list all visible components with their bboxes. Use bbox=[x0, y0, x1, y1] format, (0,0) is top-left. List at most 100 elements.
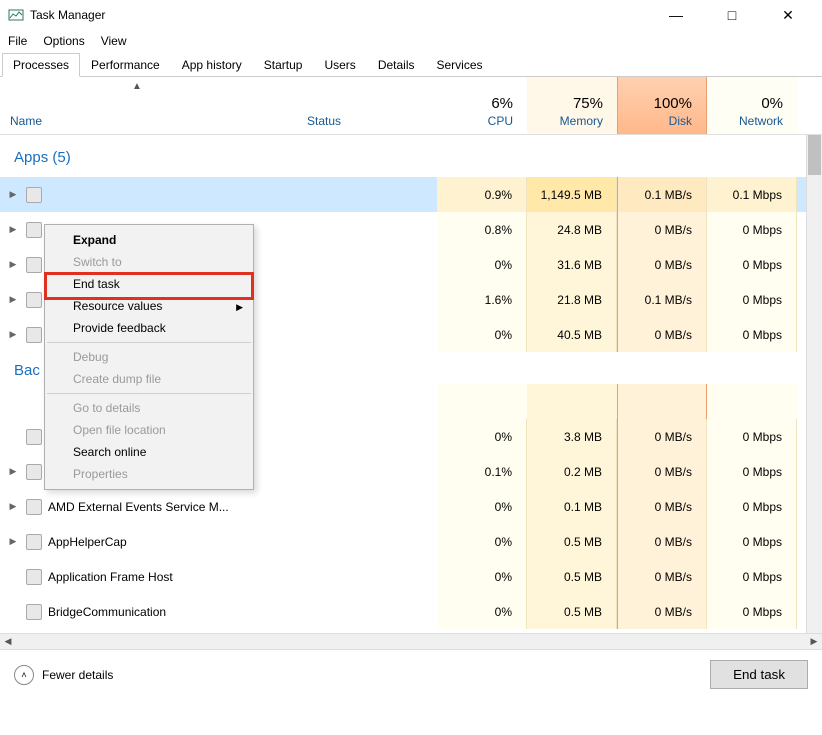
scroll-right-icon[interactable]: ▶ bbox=[806, 636, 822, 647]
process-icon bbox=[26, 604, 42, 620]
column-cpu[interactable]: 6% CPU bbox=[437, 77, 527, 134]
scrollbar-thumb[interactable] bbox=[808, 135, 821, 175]
fewer-details-label[interactable]: Fewer details bbox=[42, 668, 113, 682]
horizontal-scrollbar[interactable]: ◀ ▶ bbox=[0, 633, 822, 649]
chevron-right-icon[interactable]: ▶ bbox=[6, 466, 20, 477]
menu-provide-feedback[interactable]: Provide feedback bbox=[45, 317, 253, 339]
process-row[interactable]: ▶BridgeCommunication 0% 0.5 MB 0 MB/s 0 … bbox=[0, 594, 822, 629]
column-status[interactable]: Status bbox=[307, 77, 437, 134]
cell-memory: 0.1 MB bbox=[527, 489, 617, 524]
cell-disk: 0 MB/s bbox=[617, 559, 707, 594]
cell-network: 0 Mbps bbox=[707, 212, 797, 247]
group-apps[interactable]: Apps (5) bbox=[0, 135, 822, 177]
cell-disk: 0.1 MB/s bbox=[617, 177, 707, 212]
chevron-right-icon[interactable]: ▶ bbox=[6, 329, 20, 340]
titlebar: Task Manager — □ ✕ bbox=[0, 0, 822, 30]
cell-disk: 0 MB/s bbox=[617, 419, 707, 454]
vertical-scrollbar[interactable] bbox=[806, 135, 822, 633]
cell-memory: 0.5 MB bbox=[527, 524, 617, 559]
cell-network: 0 Mbps bbox=[707, 247, 797, 282]
tab-processes[interactable]: Processes bbox=[2, 53, 80, 77]
cell-disk: 0 MB/s bbox=[617, 317, 707, 352]
menu-file[interactable]: File bbox=[8, 34, 27, 48]
cell-cpu: 0% bbox=[437, 419, 527, 454]
cell-cpu: 0.1% bbox=[437, 454, 527, 489]
task-manager-icon bbox=[8, 7, 24, 23]
column-network[interactable]: 0% Network bbox=[707, 77, 797, 134]
menu-view[interactable]: View bbox=[101, 34, 127, 48]
process-row[interactable]: ▶ 0.9% 1,149.5 MB 0.1 MB/s 0.1 Mbps bbox=[0, 177, 822, 212]
column-disk[interactable]: 100% Disk bbox=[617, 77, 707, 134]
menu-open-location: Open file location bbox=[45, 419, 253, 441]
chevron-right-icon[interactable]: ▶ bbox=[6, 501, 20, 512]
cell-memory: 31.6 MB bbox=[527, 247, 617, 282]
tab-services[interactable]: Services bbox=[426, 53, 494, 77]
chevron-right-icon[interactable]: ▶ bbox=[6, 189, 20, 200]
chevron-right-icon[interactable]: ▶ bbox=[6, 536, 20, 547]
cell-disk: 0.1 MB/s bbox=[617, 282, 707, 317]
cell-memory: 0.5 MB bbox=[527, 559, 617, 594]
tab-users[interactable]: Users bbox=[313, 53, 366, 77]
process-row[interactable]: ▶AppHelperCap 0% 0.5 MB 0 MB/s 0 Mbps bbox=[0, 524, 822, 559]
process-name: AppHelperCap bbox=[48, 535, 127, 549]
cell-disk: 0 MB/s bbox=[617, 594, 707, 629]
column-memory[interactable]: 75% Memory bbox=[527, 77, 617, 134]
menu-debug: Debug bbox=[45, 346, 253, 368]
cell-memory: 0.5 MB bbox=[527, 594, 617, 629]
tab-app-history[interactable]: App history bbox=[171, 53, 253, 77]
process-icon bbox=[26, 222, 42, 238]
column-status-label: Status bbox=[307, 114, 437, 128]
process-icon bbox=[26, 429, 42, 445]
tab-startup[interactable]: Startup bbox=[253, 53, 314, 77]
cell-memory: 3.8 MB bbox=[527, 419, 617, 454]
cell-memory: 24.8 MB bbox=[527, 212, 617, 247]
process-row[interactable]: ▶AMD External Events Service M... 0% 0.1… bbox=[0, 489, 822, 524]
tab-performance[interactable]: Performance bbox=[80, 53, 171, 77]
submenu-arrow-icon: ▶ bbox=[236, 302, 243, 313]
window-controls: — □ ✕ bbox=[658, 7, 814, 24]
close-button[interactable]: ✕ bbox=[770, 7, 806, 24]
menu-options[interactable]: Options bbox=[43, 34, 84, 48]
cell-network: 0 Mbps bbox=[707, 524, 797, 559]
disk-label: Disk bbox=[618, 114, 692, 128]
process-icon bbox=[26, 569, 42, 585]
cell-network: 0.1 Mbps bbox=[707, 177, 797, 212]
menu-separator bbox=[47, 393, 251, 394]
process-icon bbox=[26, 187, 42, 203]
menu-expand[interactable]: Expand bbox=[45, 229, 253, 251]
menu-resource-values[interactable]: Resource values ▶ bbox=[45, 295, 253, 317]
process-name: AMD External Events Service M... bbox=[48, 500, 229, 514]
column-name-label: Name bbox=[10, 114, 307, 128]
process-name: BridgeCommunication bbox=[48, 605, 166, 619]
window-title: Task Manager bbox=[30, 8, 105, 22]
menu-create-dump: Create dump file bbox=[45, 368, 253, 390]
fewer-details-icon[interactable]: ˄ bbox=[14, 665, 34, 685]
process-icon bbox=[26, 257, 42, 273]
memory-label: Memory bbox=[527, 114, 603, 128]
process-name: Application Frame Host bbox=[48, 570, 173, 584]
process-row[interactable]: ▶Application Frame Host 0% 0.5 MB 0 MB/s… bbox=[0, 559, 822, 594]
cpu-pct: 6% bbox=[437, 95, 513, 112]
column-name[interactable]: Name bbox=[0, 77, 307, 134]
tab-details[interactable]: Details bbox=[367, 53, 426, 77]
cell-cpu: 0% bbox=[437, 594, 527, 629]
cell-network: 0 Mbps bbox=[707, 559, 797, 594]
process-icon bbox=[26, 464, 42, 480]
menubar: File Options View bbox=[0, 30, 822, 52]
menu-separator bbox=[47, 342, 251, 343]
end-task-button[interactable]: End task bbox=[710, 660, 808, 689]
cell-network: 0 Mbps bbox=[707, 489, 797, 524]
cell-network: 0 Mbps bbox=[707, 594, 797, 629]
chevron-right-icon[interactable]: ▶ bbox=[6, 294, 20, 305]
menu-end-task[interactable]: End task bbox=[45, 273, 253, 295]
minimize-button[interactable]: — bbox=[658, 7, 694, 24]
tab-strip: Processes Performance App history Startu… bbox=[0, 52, 822, 77]
scroll-left-icon[interactable]: ◀ bbox=[0, 636, 16, 647]
footer: ˄ Fewer details End task bbox=[0, 649, 822, 699]
maximize-button[interactable]: □ bbox=[714, 7, 750, 24]
network-pct: 0% bbox=[707, 95, 783, 112]
chevron-right-icon[interactable]: ▶ bbox=[6, 224, 20, 235]
chevron-right-icon[interactable]: ▶ bbox=[6, 259, 20, 270]
menu-search-online[interactable]: Search online bbox=[45, 441, 253, 463]
menu-resource-values-label: Resource values bbox=[73, 299, 162, 313]
